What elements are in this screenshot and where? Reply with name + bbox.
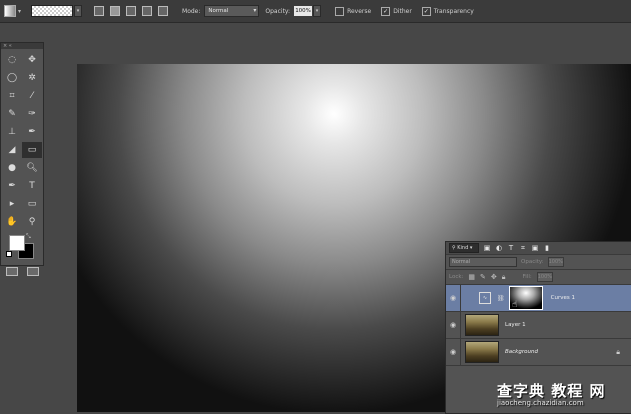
layer-row-curves[interactable]: ◉ ∿ ⛓ Curves 1 ☝ (446, 285, 631, 312)
mask-link-icon[interactable]: ⛓ (497, 295, 505, 302)
gradient-picker-dropdown[interactable]: ▾ (74, 5, 83, 17)
filter-kind-select[interactable]: ⚲ Kind ▾ (449, 243, 479, 253)
magic-wand-tool-icon[interactable]: ✲ (22, 70, 42, 86)
gradient-tool-preset-icon[interactable] (4, 5, 16, 17)
lock-all-icon[interactable]: 🔒︎ (502, 273, 506, 282)
reverse-label: Reverse (347, 7, 372, 15)
crop-tool-icon[interactable]: ⌗ (2, 88, 22, 104)
visibility-eye-icon[interactable]: ◉ (446, 348, 460, 356)
layer-name: Layer 1 (505, 322, 526, 328)
layer-thumbnail (465, 314, 499, 336)
blur-tool-icon[interactable]: ● (2, 160, 22, 176)
tool-preset-dropdown-icon[interactable]: ▾ (18, 8, 21, 15)
path-selection-tool-icon[interactable]: ▸ (2, 196, 22, 212)
opacity-label: Opacity: (265, 7, 291, 15)
layer-opacity-label: Opacity: (521, 259, 544, 265)
angle-gradient-icon[interactable] (126, 6, 137, 16)
layer-opacity-input[interactable]: 100% (547, 257, 564, 267)
default-colors-icon[interactable] (6, 251, 12, 257)
opacity-input[interactable]: 100% (294, 6, 313, 16)
shape-tool-icon[interactable]: ▭ (22, 196, 42, 212)
screen-mode-icon[interactable] (26, 267, 39, 276)
radial-gradient-icon[interactable] (110, 6, 121, 16)
lock-label: Lock: (449, 274, 464, 280)
pixel-filter-icon[interactable]: ▣ (483, 244, 491, 252)
marquee-tool-icon[interactable]: ◌ (2, 52, 22, 68)
layer-row-background[interactable]: ◉ Background 🔒︎ (446, 339, 631, 366)
blend-mode-select[interactable]: Normal (449, 257, 517, 267)
layer-name: Background (505, 349, 538, 355)
reverse-checkbox[interactable] (335, 6, 345, 16)
lock-position-icon[interactable]: ✥ (491, 273, 497, 281)
lock-transparent-icon[interactable]: ▦ (468, 273, 475, 281)
gradient-preview[interactable] (31, 5, 74, 17)
shape-filter-icon[interactable]: ⌗ (519, 244, 527, 252)
visibility-eye-icon[interactable]: ◉ (446, 294, 460, 302)
dither-label: Dither (393, 7, 412, 15)
fill-label: Fill: (522, 274, 532, 280)
eraser-tool-icon[interactable]: ◢ (2, 142, 22, 158)
visibility-eye-icon[interactable]: ◉ (446, 321, 460, 329)
layer-name: Curves 1 (550, 295, 575, 301)
watermark: 查字典 教程 网 jiaocheng.chazidian.com (497, 380, 631, 412)
layer-row-layer1[interactable]: ◉ Layer 1 (446, 312, 631, 339)
pen-tool-icon[interactable]: ✒ (2, 178, 22, 194)
gradient-type-group (94, 6, 169, 16)
opacity-dropdown[interactable]: ▾ (313, 5, 322, 17)
layer-thumbnail (465, 341, 499, 363)
zoom-tool-icon[interactable]: ⚲ (22, 214, 42, 230)
brush-tool-icon[interactable]: ✑ (22, 106, 42, 122)
watermark-url: jiaocheng.chazidian.com (497, 399, 584, 407)
mode-label: Mode: (182, 7, 201, 15)
reflected-gradient-icon[interactable] (142, 6, 153, 16)
type-filter-icon[interactable]: T (507, 244, 515, 252)
lock-image-icon[interactable]: ✎ (480, 273, 486, 281)
linear-gradient-icon[interactable] (94, 6, 105, 16)
curves-adjustment-icon: ∿ (479, 292, 491, 304)
healing-brush-tool-icon[interactable]: ✎ (2, 106, 22, 122)
eyedropper-tool-icon[interactable]: ⁄ (22, 88, 42, 104)
gradient-tool-icon[interactable]: ▭ (22, 142, 42, 158)
tools-panel: × « ◌ ✥ ◯ ✲ ⌗ ⁄ ✎ ✑ ⊥ ✒ ◢ ▭ ● 🔍︎ ✒ T ▸ ▭… (0, 42, 44, 276)
hand-cursor-icon: ☝ (512, 300, 518, 310)
dodge-tool-icon[interactable]: 🔍︎ (22, 160, 42, 176)
swap-colors-icon[interactable]: ⤡ (26, 233, 31, 241)
smart-object-filter-icon[interactable]: ▣ (531, 244, 539, 252)
watermark-title: 查字典 教程 网 (497, 382, 606, 400)
foreground-color-swatch[interactable] (9, 235, 25, 251)
options-bar: ▾ ▾ Mode: Normal Opacity: 100% ▾ Reverse… (0, 0, 631, 23)
fill-input[interactable]: 100% (536, 272, 553, 282)
adjustment-filter-icon[interactable]: ◐ (495, 244, 503, 252)
transparency-label: Transparency (433, 7, 474, 15)
dither-checkbox[interactable]: ✓ (381, 6, 391, 16)
hand-tool-icon[interactable]: ✋ (2, 214, 22, 230)
color-swatches: ⤡ (1, 233, 43, 261)
clone-stamp-tool-icon[interactable]: ⊥ (2, 124, 22, 140)
transparency-checkbox[interactable]: ✓ (421, 6, 431, 16)
quick-mask-icon[interactable] (5, 267, 18, 276)
lasso-tool-icon[interactable]: ◯ (2, 70, 22, 86)
lock-icon: 🔒︎ (616, 347, 620, 356)
history-brush-tool-icon[interactable]: ✒ (22, 124, 42, 140)
mode-select[interactable]: Normal (204, 5, 260, 17)
move-tool-icon[interactable]: ✥ (22, 52, 42, 68)
filter-toggle-icon[interactable]: ▮ (543, 244, 551, 252)
diamond-gradient-icon[interactable] (158, 6, 169, 16)
type-tool-icon[interactable]: T (22, 178, 42, 194)
